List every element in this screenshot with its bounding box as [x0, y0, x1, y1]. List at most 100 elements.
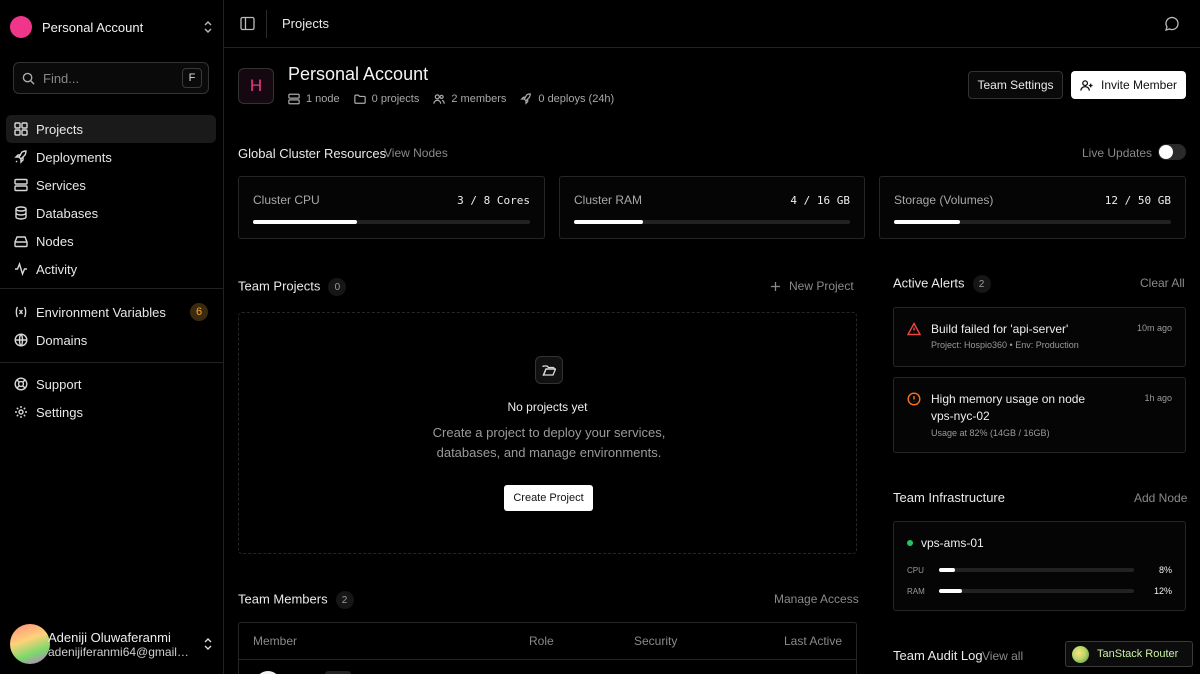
- new-project-label: New Project: [789, 279, 854, 293]
- users-icon: [433, 93, 451, 105]
- topbar-divider: [266, 10, 267, 38]
- team-settings-button[interactable]: Team Settings: [968, 71, 1063, 99]
- chevrons-up-down-icon: [202, 637, 214, 651]
- sidebar-item-activity[interactable]: Activity: [6, 255, 216, 283]
- invite-member-label: Invite Member: [1100, 78, 1178, 92]
- cpu-progress: [253, 220, 530, 224]
- sidebar-item-label: Databases: [36, 205, 99, 221]
- members-title-text: Team Members: [238, 591, 328, 607]
- rocket-icon: [520, 93, 538, 105]
- ram-value: 4 / 16 GB: [790, 194, 850, 207]
- node-ram-value: 12%: [1153, 586, 1172, 596]
- audit-view-all-link[interactable]: View all: [982, 649, 1023, 663]
- sidebar-item-support[interactable]: Support: [6, 370, 216, 398]
- column-role: Role: [529, 634, 554, 648]
- sidebar-toggle-icon[interactable]: [240, 16, 255, 31]
- server-icon: [288, 93, 306, 105]
- ram-card: Cluster RAM 4 / 16 GB: [559, 176, 865, 239]
- grid-icon: [14, 122, 28, 136]
- sidebar-divider: [0, 288, 223, 289]
- user-avatar: [10, 624, 50, 664]
- sidebar-item-label: Settings: [36, 404, 83, 420]
- projects-empty-state: No projects yet Create a project to depl…: [238, 312, 857, 554]
- node-name: vps-ams-01: [921, 536, 984, 550]
- sidebar-item-deployments[interactable]: Deployments: [6, 143, 216, 171]
- hard-drive-icon: [14, 234, 28, 248]
- sidebar-item-projects[interactable]: Projects: [6, 115, 216, 143]
- sidebar-item-label: Domains: [36, 332, 88, 348]
- storage-card: Storage (Volumes) 12 / 50 GB: [879, 176, 1186, 239]
- new-project-button[interactable]: New Project: [770, 279, 854, 293]
- sidebar-item-label: Support: [36, 376, 82, 392]
- sidebar-item-databases[interactable]: Databases: [6, 199, 216, 227]
- meta-projects-text: 0 projects: [371, 93, 420, 105]
- sidebar-item-label: Activity: [36, 261, 78, 277]
- node-cpu-fill: [939, 568, 955, 572]
- alert-card[interactable]: Build failed for 'api-server' Project: H…: [893, 307, 1186, 367]
- audit-title: Team Audit Log: [893, 648, 983, 663]
- cpu-progress-fill: [253, 220, 357, 224]
- plus-icon: [770, 281, 781, 292]
- cpu-metric-label: CPU: [907, 566, 924, 575]
- alert-title: Build failed for 'api-server': [931, 322, 1069, 336]
- infrastructure-title: Team Infrastructure: [893, 490, 1005, 505]
- warning-triangle-icon: [907, 322, 921, 336]
- column-last-active: Last Active: [783, 634, 842, 648]
- account-switcher[interactable]: Personal Account: [10, 14, 214, 40]
- database-icon: [14, 206, 28, 220]
- node-cpu-value: 8%: [1158, 565, 1172, 575]
- cpu-card: Cluster CPU 3 / 8 Cores: [238, 176, 545, 239]
- sidebar-item-label: Deployments: [36, 149, 112, 165]
- sidebar-item-environment-variables[interactable]: Environment Variables 6: [6, 298, 216, 326]
- clear-all-button[interactable]: Clear All: [1140, 276, 1185, 290]
- alert-time: 1h ago: [1144, 393, 1172, 403]
- add-node-button[interactable]: Add Node: [1134, 491, 1187, 505]
- chat-icon[interactable]: [1164, 16, 1180, 32]
- alert-subtitle: Project: Hospio360 • Env: Production: [931, 340, 1079, 350]
- user-email: adenijiferanmi64@gmail.com: [48, 644, 190, 659]
- view-nodes-link[interactable]: View Nodes: [384, 146, 448, 160]
- create-project-button[interactable]: Create Project: [504, 485, 593, 511]
- meta-nodes: 1 node: [288, 93, 340, 105]
- empty-description: Create a project to deploy your services…: [432, 425, 666, 460]
- user-menu[interactable]: Adeniji Oluwaferanmi adenijiferanmi64@gm…: [10, 622, 214, 666]
- alert-subtitle: Usage at 82% (14GB / 16GB): [931, 428, 1050, 438]
- page-title: Personal Account: [288, 64, 429, 84]
- cpu-label: Cluster CPU: [253, 193, 320, 207]
- sidebar-item-label: Services: [36, 177, 86, 193]
- activity-icon: [14, 262, 28, 276]
- sidebar-item-settings[interactable]: Settings: [6, 398, 216, 426]
- node-status-dot: [907, 540, 913, 546]
- search-icon: [22, 72, 35, 85]
- tanstack-label: TanStack Router: [1097, 648, 1179, 660]
- live-updates-toggle[interactable]: [1158, 144, 1186, 160]
- top-bar: Projects: [224, 0, 1200, 48]
- sidebar-item-nodes[interactable]: Nodes: [6, 227, 216, 255]
- cpu-value: 3 / 8 Cores: [457, 194, 530, 207]
- node-card[interactable]: vps-ams-01 CPU 8% RAM 12%: [893, 521, 1186, 611]
- globe-icon: [14, 333, 28, 347]
- user-name: Adeniji Oluwaferanmi: [48, 629, 171, 645]
- projects-title: Team Projects 0: [238, 278, 347, 296]
- alerts-count: 2: [972, 275, 991, 293]
- invite-member-button[interactable]: Invite Member: [1071, 71, 1186, 99]
- sidebar: Personal Account Find... F Projects Depl…: [0, 0, 224, 674]
- members-count: 2: [335, 591, 354, 609]
- sidebar-item-domains[interactable]: Domains: [6, 326, 216, 354]
- sidebar-item-services[interactable]: Services: [6, 171, 216, 199]
- tanstack-logo-icon: [1072, 645, 1089, 663]
- node-ram-fill: [939, 589, 963, 593]
- meta-members: 2 members: [433, 93, 506, 105]
- find-input[interactable]: Find... F: [13, 62, 209, 94]
- meta-deploys: 0 deploys (24h): [520, 93, 614, 105]
- ram-label: Cluster RAM: [574, 193, 643, 207]
- alerts-title-text: Active Alerts: [893, 275, 965, 291]
- tanstack-devtools-button[interactable]: TanStack Router: [1065, 641, 1193, 667]
- column-member: Member: [253, 634, 298, 648]
- members-table: Member Role Security Last Active: [238, 622, 857, 674]
- alert-card[interactable]: High memory usage on node vps-nyc-02 Usa…: [893, 377, 1186, 453]
- folder-icon: [353, 93, 372, 105]
- manage-access-link[interactable]: Manage Access: [774, 592, 859, 606]
- alert-time: 10m ago: [1136, 323, 1172, 333]
- node-cpu-bar: [939, 568, 1134, 572]
